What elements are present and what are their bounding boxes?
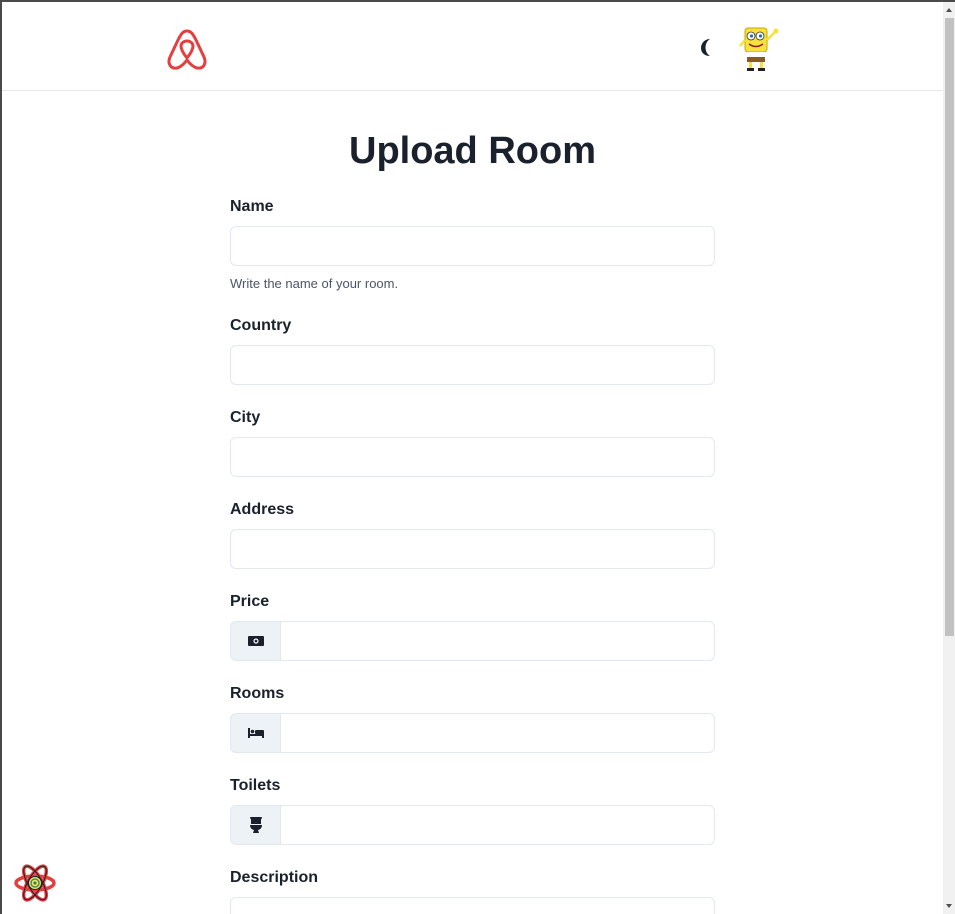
toilets-addon [230, 805, 280, 845]
description-textarea[interactable] [230, 897, 715, 914]
scrollbar-thumb[interactable] [945, 18, 954, 636]
country-input[interactable] [230, 345, 715, 385]
city-input[interactable] [230, 437, 715, 477]
rooms-input[interactable] [280, 713, 715, 753]
airbnb-logo-icon[interactable] [165, 25, 209, 71]
bed-icon [247, 728, 264, 738]
address-label: Address [230, 501, 295, 518]
money-bill-icon [247, 636, 264, 646]
toilets-input[interactable] [280, 805, 715, 845]
name-label: Name [230, 198, 274, 215]
moon-icon[interactable] [696, 36, 718, 58]
name-input[interactable] [230, 226, 715, 266]
top-navbar [2, 2, 943, 91]
toilet-icon [249, 817, 262, 833]
description-label: Description [230, 869, 319, 886]
price-input-group [230, 621, 715, 661]
city-label: City [230, 409, 261, 426]
scroll-down-arrow-icon[interactable] [943, 898, 955, 914]
vertical-scrollbar[interactable] [943, 2, 955, 914]
rooms-addon [230, 713, 280, 753]
rooms-input-group [230, 713, 715, 753]
scroll-up-arrow-icon[interactable] [943, 2, 955, 18]
react-query-devtools-icon[interactable] [12, 860, 58, 906]
rooms-label: Rooms [230, 685, 285, 702]
address-input[interactable] [230, 529, 715, 569]
spongebob-avatar[interactable] [737, 22, 783, 72]
name-helper-text: Write the name of your room. [230, 276, 399, 291]
price-input[interactable] [280, 621, 715, 661]
page-title: Upload Room [349, 130, 596, 172]
toilets-label: Toilets [230, 777, 281, 794]
price-addon [230, 621, 280, 661]
country-label: Country [230, 317, 292, 334]
toilets-input-group [230, 805, 715, 845]
price-label: Price [230, 593, 270, 610]
